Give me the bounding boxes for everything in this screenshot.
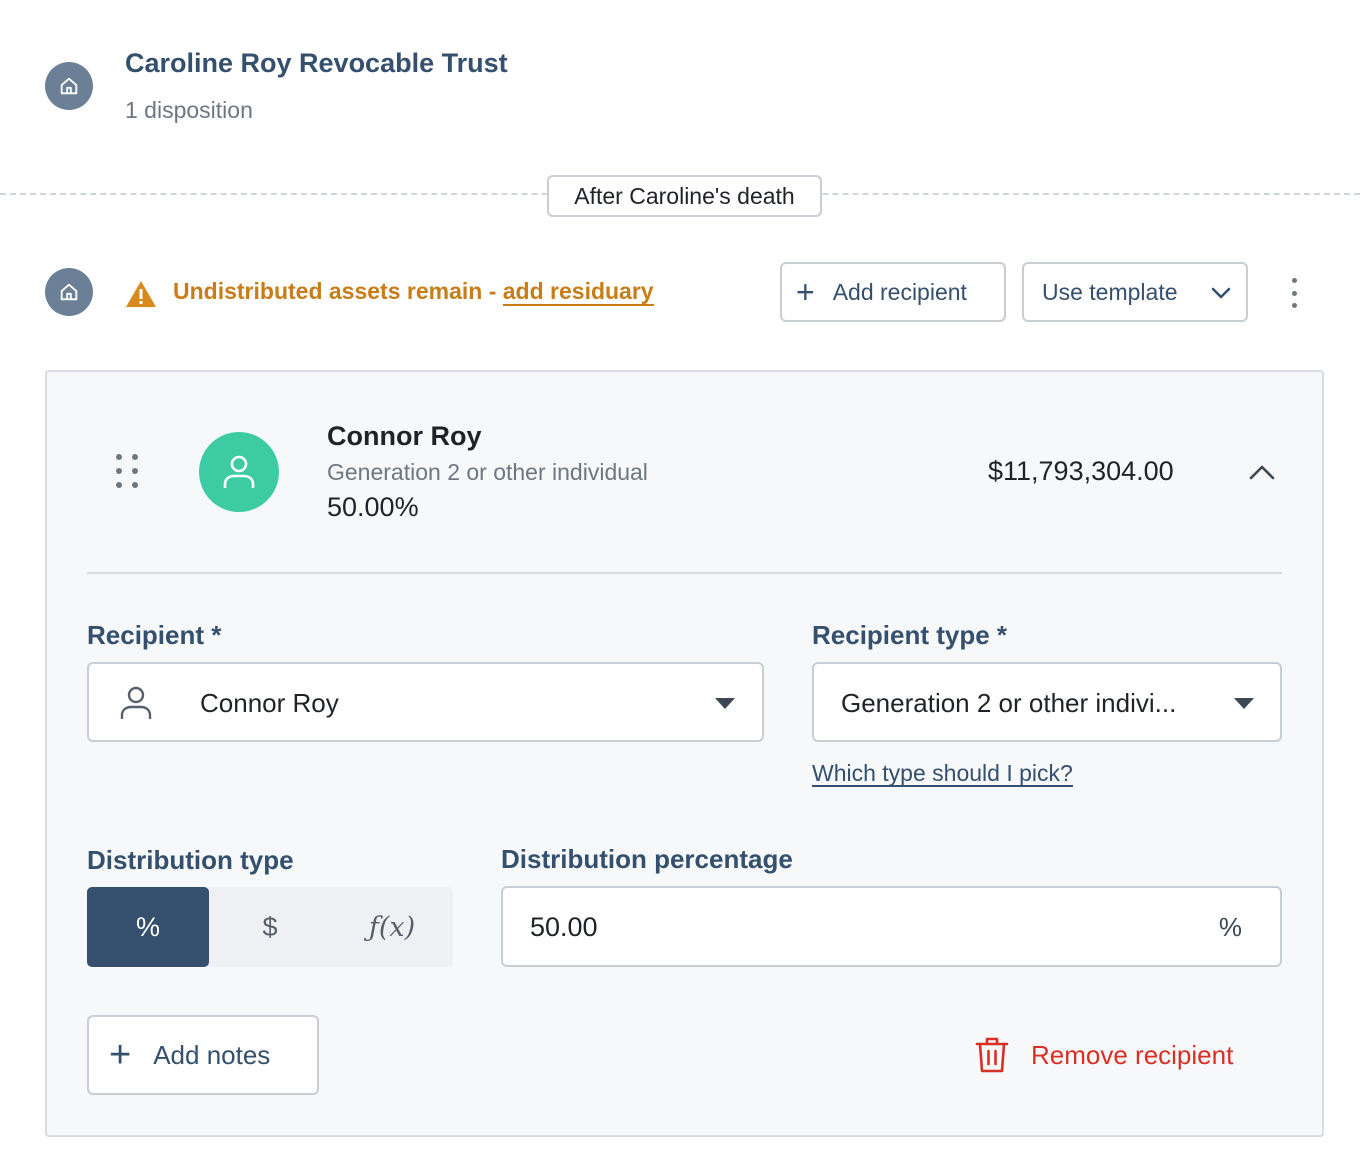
warning-message: Undistributed assets remain - — [173, 278, 503, 304]
distribution-percentage-label: Distribution percentage — [501, 844, 793, 874]
distribution-percentage-input[interactable]: 50.00 % — [501, 886, 1282, 967]
percent-unit: % — [1218, 912, 1242, 942]
plus-icon: + — [796, 274, 815, 310]
trust-title: Caroline Roy Revocable Trust — [125, 48, 508, 78]
chevron-down-icon — [1211, 287, 1231, 299]
drag-handle-icon[interactable] — [116, 454, 140, 490]
caret-down-icon — [1234, 698, 1254, 709]
recipient-type-select-value: Generation 2 or other indivi... — [841, 688, 1177, 718]
disposition-home-icon — [45, 268, 93, 316]
use-template-label: Use template — [1042, 278, 1178, 305]
add-notes-button[interactable]: + Add notes — [87, 1015, 319, 1095]
caret-down-icon — [715, 698, 735, 709]
recipient-type-text: Generation 2 or other individual — [327, 459, 648, 485]
recipient-name: Connor Roy — [327, 421, 482, 451]
distribution-percentage-value: 50.00 — [530, 912, 598, 942]
distribution-type-dollar[interactable]: $ — [209, 887, 331, 967]
timeline-event-pill: After Caroline's death — [547, 175, 822, 217]
remove-recipient-label: Remove recipient — [1031, 1039, 1234, 1070]
which-type-help-link[interactable]: Which type should I pick? — [812, 761, 1073, 788]
trust-subtitle: 1 disposition — [125, 97, 253, 123]
undistributed-warning: Undistributed assets remain - add residu… — [173, 278, 654, 306]
recipient-type-select[interactable]: Generation 2 or other indivi... — [812, 662, 1282, 742]
collapse-chevron-up-icon[interactable] — [1248, 462, 1276, 482]
distribution-type-label: Distribution type — [87, 845, 294, 875]
distribution-type-formula[interactable]: ƒ(x) — [331, 887, 453, 967]
card-divider — [87, 572, 1282, 574]
person-icon — [120, 686, 152, 719]
trust-home-icon — [45, 62, 93, 110]
recipient-type-label: Recipient type * — [812, 620, 1008, 650]
use-template-dropdown[interactable]: Use template — [1022, 262, 1248, 322]
trash-icon — [975, 1037, 1009, 1073]
plus-icon: + — [109, 1034, 132, 1076]
distribution-type-toggle: % $ ƒ(x) — [87, 887, 453, 967]
add-notes-label: Add notes — [153, 1039, 271, 1070]
person-icon — [223, 455, 255, 488]
recipient-percentage: 50.00% — [327, 492, 419, 522]
recipient-select-value: Connor Roy — [200, 688, 339, 718]
more-options-icon[interactable] — [1280, 278, 1308, 308]
recipient-avatar — [199, 432, 279, 512]
remove-recipient-button[interactable]: Remove recipient — [975, 1036, 1233, 1074]
warning-icon — [125, 280, 157, 308]
add-residuary-link[interactable]: add residuary — [502, 278, 654, 306]
add-recipient-button[interactable]: + Add recipient — [780, 262, 1006, 322]
recipient-amount: $11,793,304.00 — [988, 456, 1174, 486]
add-recipient-label: Add recipient — [832, 278, 967, 305]
recipient-label: Recipient * — [87, 620, 222, 650]
distribution-type-percent[interactable]: % — [87, 887, 209, 967]
recipient-select[interactable]: Connor Roy — [87, 662, 764, 742]
